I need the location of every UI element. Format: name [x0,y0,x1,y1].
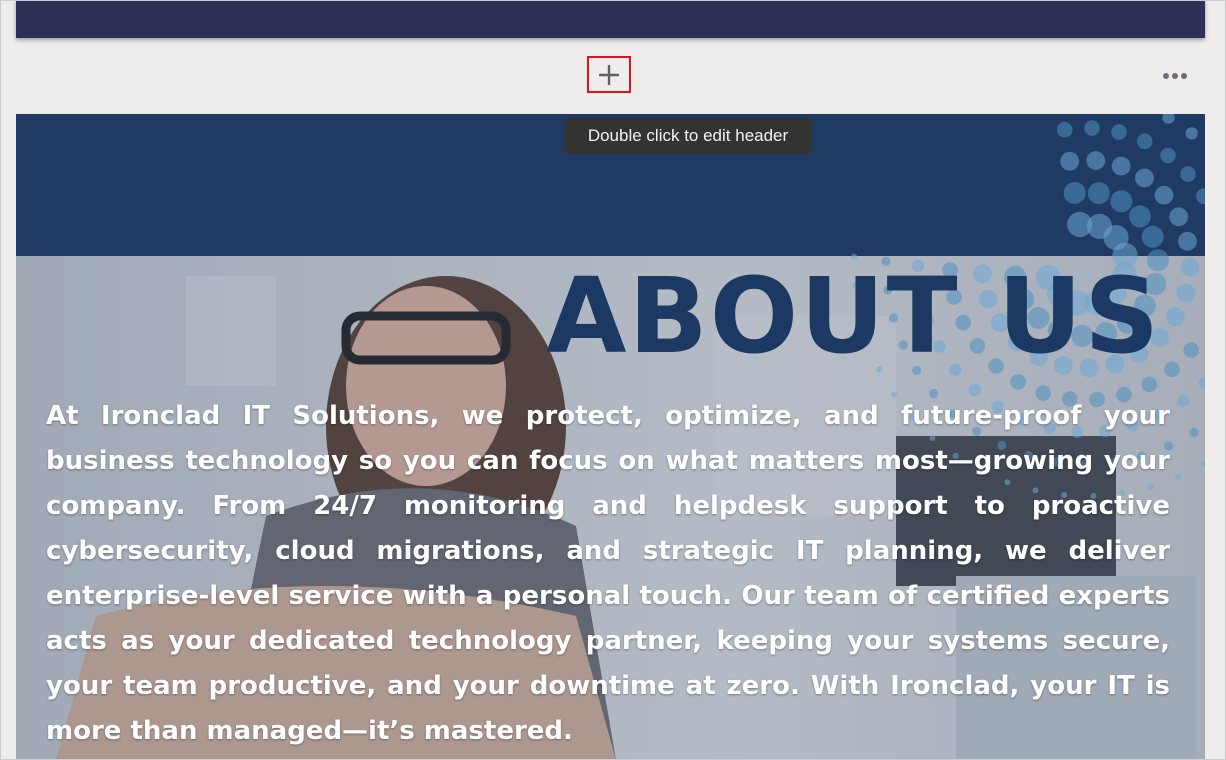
edit-header-tooltip: Double click to edit header [564,118,812,154]
header-title: ABOUT US [546,255,1162,377]
header-section[interactable]: ABOUT US At Ironclad IT Solutions, we pr… [16,114,1205,760]
plus-icon [599,64,619,85]
previous-section[interactable] [16,0,1205,38]
more-options-button[interactable] [1158,64,1192,88]
header-body-text: At Ironclad IT Solutions, we protect, op… [46,401,1170,746]
more-horizontal-icon [1163,73,1187,79]
add-section-button[interactable] [587,56,631,93]
